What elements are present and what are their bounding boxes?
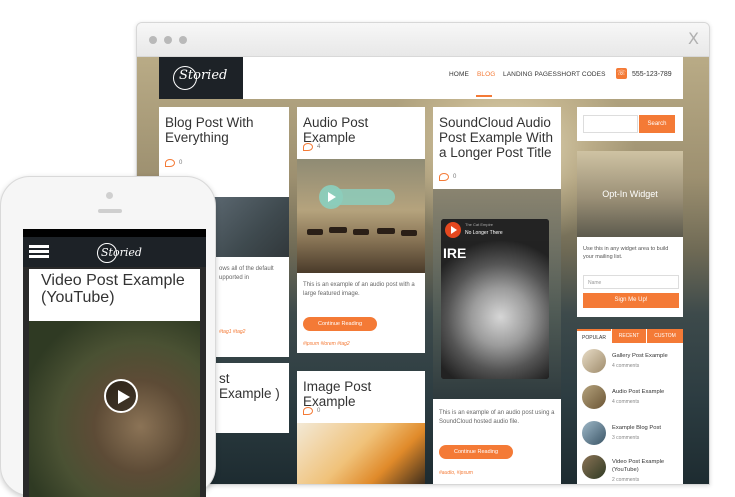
camel-silhouette (401, 230, 417, 236)
optin-widget: Opt-In Widget Use this in any widget are… (577, 151, 683, 317)
browser-window: X Storied HOME BLOG LANDING PAGES SHORT … (136, 22, 710, 485)
player-artist: The Cat Empire (465, 222, 494, 227)
comment-icon (303, 407, 313, 415)
search-button[interactable]: Search (639, 115, 675, 133)
featured-image-desert (297, 159, 425, 273)
comment-count[interactable]: 0 (439, 173, 456, 181)
player-track: No Longer There (465, 230, 503, 236)
post-tags[interactable]: #tag1 #tag2 (219, 329, 245, 335)
phone-icon: ☏ (616, 68, 627, 79)
nav-blog[interactable]: BLOG (477, 71, 495, 78)
post-card-image: Image Post Example 0 (297, 371, 425, 484)
sign-up-button[interactable]: Sign Me Up! (583, 293, 679, 308)
continue-reading-button[interactable]: Continue Reading (303, 317, 377, 331)
post-thumbnail (582, 349, 606, 373)
post-thumbnail (582, 385, 606, 409)
comment-count[interactable]: 0 (165, 159, 182, 167)
tab-popular[interactable]: POPULAR (577, 329, 611, 343)
close-icon[interactable]: X (688, 29, 699, 48)
tab-recent[interactable]: RECENT (612, 329, 646, 343)
popular-post-title[interactable]: Example Blog Post (612, 424, 661, 432)
mobile-status-bar (23, 229, 206, 237)
tab-custom[interactable]: CUSTOM (647, 329, 683, 343)
post-title[interactable]: SoundCloud Audio Post Example With a Lon… (439, 115, 555, 160)
camel-silhouette (329, 227, 347, 233)
post-card-soundcloud: SoundCloud Audio Post Example With a Lon… (433, 107, 561, 484)
popular-post-title[interactable]: Gallery Post Example (612, 352, 668, 360)
camel-silhouette (353, 229, 369, 235)
window-dot[interactable] (164, 36, 172, 44)
mobile-header: Storied (23, 237, 206, 267)
post-title[interactable]: Blog Post With Everything (165, 115, 283, 145)
popular-post-comments: 4 comments (612, 399, 640, 405)
comment-icon (439, 173, 449, 181)
audio-player[interactable] (319, 185, 395, 209)
popular-post-comments: 4 comments (612, 363, 640, 369)
soundcloud-player[interactable]: The Cat Empire No Longer There IRE (441, 219, 549, 379)
phone-number[interactable]: 555-123-789 (632, 71, 672, 78)
hamburger-menu-icon[interactable] (29, 245, 49, 259)
popular-post-item[interactable]: Example Blog Post 3 comments (582, 421, 682, 451)
logo-text: Storied (179, 68, 228, 83)
popular-post-item[interactable]: Video Post Example (YouTube) 2 comments (582, 455, 682, 484)
site-header: Storied HOME BLOG LANDING PAGES SHORT CO… (159, 57, 683, 99)
artwork-label: IRE (443, 245, 467, 261)
phone-camera (106, 192, 113, 199)
mobile-post-title[interactable]: Video Post Example (YouTube) (41, 272, 200, 306)
site-logo[interactable]: Storied (159, 57, 243, 99)
mobile-device: Storied Video Post Example (YouTube) (0, 176, 216, 497)
post-title[interactable]: Audio Post Example (303, 115, 419, 145)
widget-tabs: POPULAR RECENT CUSTOM (577, 329, 683, 343)
mobile-screen: Storied Video Post Example (YouTube) (23, 229, 206, 497)
mobile-video-thumbnail[interactable] (29, 321, 200, 497)
browser-toolbar: X (137, 23, 709, 57)
window-dot[interactable] (149, 36, 157, 44)
soundcloud-player-header: The Cat Empire No Longer There (441, 219, 549, 241)
popular-post-item[interactable]: Audio Post Example 4 comments (582, 385, 682, 415)
post-tags[interactable]: #ipsum #lorem #tag2 (303, 341, 350, 347)
soundcloud-bg: The Cat Empire No Longer There IRE (433, 189, 561, 399)
post-title[interactable]: Image Post Example (303, 379, 419, 409)
search-widget: Search (577, 107, 683, 141)
mobile-post-card: Video Post Example (YouTube) (29, 269, 200, 321)
nav-landing-pages[interactable]: LANDING PAGES (503, 71, 557, 78)
search-input[interactable] (583, 115, 638, 133)
play-icon[interactable] (445, 222, 461, 238)
camel-silhouette (307, 229, 323, 235)
continue-reading-button[interactable]: Continue Reading (439, 445, 513, 459)
active-nav-indicator (476, 95, 492, 97)
featured-image-sunglasses (297, 423, 425, 484)
phone-speaker (98, 209, 122, 213)
post-title[interactable]: st Example ) (219, 371, 283, 401)
name-field[interactable]: Name (583, 275, 679, 289)
post-excerpt: This is an example of an audio post with… (303, 282, 415, 297)
post-excerpt: ows all of the default upported in (219, 266, 274, 281)
comment-count[interactable]: 4 (303, 143, 320, 151)
optin-description: Use this in any widget area to build you… (583, 246, 669, 260)
play-icon[interactable] (104, 379, 138, 413)
popular-post-comments: 2 comments (612, 477, 640, 483)
nav-short-codes[interactable]: SHORT CODES (557, 71, 606, 78)
popular-post-comments: 3 comments (612, 435, 640, 441)
popular-post-item[interactable]: Gallery Post Example 4 comments (582, 349, 682, 379)
posts-tabs-widget: POPULAR RECENT CUSTOM Gallery Post Examp… (577, 329, 683, 484)
window-dot[interactable] (179, 36, 187, 44)
nav-home[interactable]: HOME (449, 71, 469, 78)
comment-count[interactable]: 0 (303, 407, 320, 415)
post-tags[interactable]: #audio, #ipsum (439, 470, 473, 476)
post-card-audio: Audio Post Example 4 This is an example … (297, 107, 425, 353)
comment-icon (165, 159, 175, 167)
post-excerpt: This is an example of an audio post usin… (439, 410, 555, 425)
mobile-logo[interactable]: Storied (101, 246, 142, 259)
popular-post-title[interactable]: Video Post Example (YouTube) (612, 458, 682, 474)
popular-post-title[interactable]: Audio Post Example (612, 388, 664, 396)
play-icon[interactable] (319, 185, 343, 209)
site-viewport: Storied HOME BLOG LANDING PAGES SHORT CO… (137, 57, 709, 484)
player-artwork: IRE (441, 241, 549, 379)
post-thumbnail (582, 455, 606, 479)
camel-silhouette (377, 228, 395, 234)
post-thumbnail (582, 421, 606, 445)
optin-title: Opt-In Widget (602, 189, 658, 199)
comment-icon (303, 143, 313, 151)
